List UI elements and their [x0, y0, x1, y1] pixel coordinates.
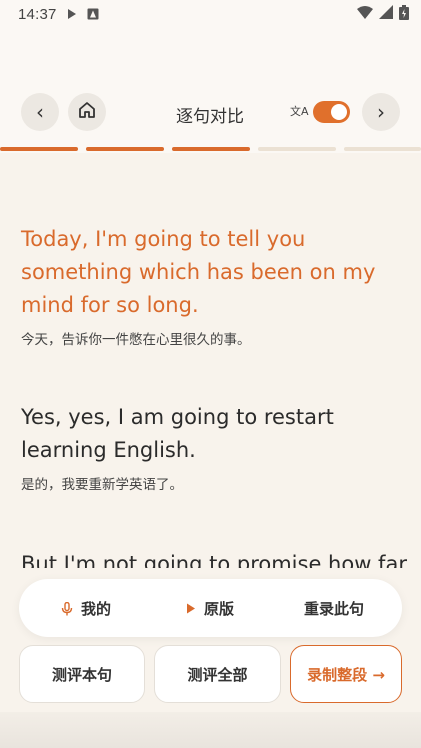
sentence-chinese: 是的，我要重新学英语了。 [21, 477, 183, 493]
evaluate-sentence-label: 测评本句 [51, 665, 112, 684]
play-original-button[interactable]: 原版 [186, 598, 234, 619]
progress-segment [344, 147, 421, 151]
sentence-english: Today, I'm going to tell you something w… [21, 227, 376, 317]
rerecord-label: 重录此句 [304, 600, 365, 618]
translate-icon: 文A [290, 105, 309, 118]
evaluate-sentence-button[interactable]: 测评本句 [19, 645, 145, 703]
chevron-left-icon: ‹ [36, 100, 44, 124]
play-icon [186, 603, 196, 614]
sentence-chinese: 今天，告诉你一件憋在心里很久的事。 [21, 332, 251, 348]
back-button[interactable]: ‹ [21, 93, 59, 131]
chevron-right-icon: › [377, 100, 385, 124]
wifi-icon [357, 5, 373, 23]
microphone-icon [61, 601, 73, 616]
translation-toggle[interactable] [313, 101, 350, 123]
progress-bar [0, 147, 421, 151]
sentence-item[interactable]: But I'm not going to promise how far [21, 548, 407, 568]
sentence-item[interactable]: Yes, yes, I am going to restart learning… [21, 401, 406, 493]
play-notification-icon [67, 9, 77, 19]
play-mine-button[interactable]: 我的 [61, 598, 111, 619]
evaluate-all-label: 测评全部 [187, 665, 248, 684]
toggle-knob [331, 104, 347, 120]
status-bar: 14:37 [0, 0, 421, 28]
home-button[interactable] [68, 93, 106, 131]
progress-segment [172, 147, 250, 151]
playback-card: 我的 原版 重录此句 [19, 579, 402, 637]
sentence-list: Today, I'm going to tell you something w… [0, 153, 421, 568]
progress-segment [86, 147, 164, 151]
evaluate-all-button[interactable]: 测评全部 [154, 645, 281, 703]
signal-icon [379, 5, 393, 23]
sentence-english: But I'm not going to promise how far [21, 552, 407, 568]
forward-button[interactable]: › [362, 93, 400, 131]
header-area [0, 28, 421, 153]
status-time: 14:37 [18, 5, 57, 23]
app-notification-icon [87, 8, 99, 20]
sentence-item[interactable]: Today, I'm going to tell you something w… [21, 223, 406, 348]
play-mine-label: 我的 [81, 600, 112, 618]
play-original-label: 原版 [204, 600, 235, 618]
record-paragraph-button[interactable]: 录制整段 → [290, 645, 402, 703]
record-paragraph-label: 录制整段 → [307, 665, 385, 684]
bottom-fade [0, 712, 421, 748]
sentence-english: Yes, yes, I am going to restart learning… [21, 405, 334, 462]
progress-segment [0, 147, 78, 151]
battery-icon [399, 4, 409, 24]
rerecord-button[interactable]: 重录此句 [304, 598, 364, 619]
page-title: 逐句对比 [176, 107, 244, 127]
progress-segment [258, 147, 336, 151]
home-icon [77, 100, 97, 125]
nav-row: ‹ 逐句对比 文A › [0, 93, 421, 133]
